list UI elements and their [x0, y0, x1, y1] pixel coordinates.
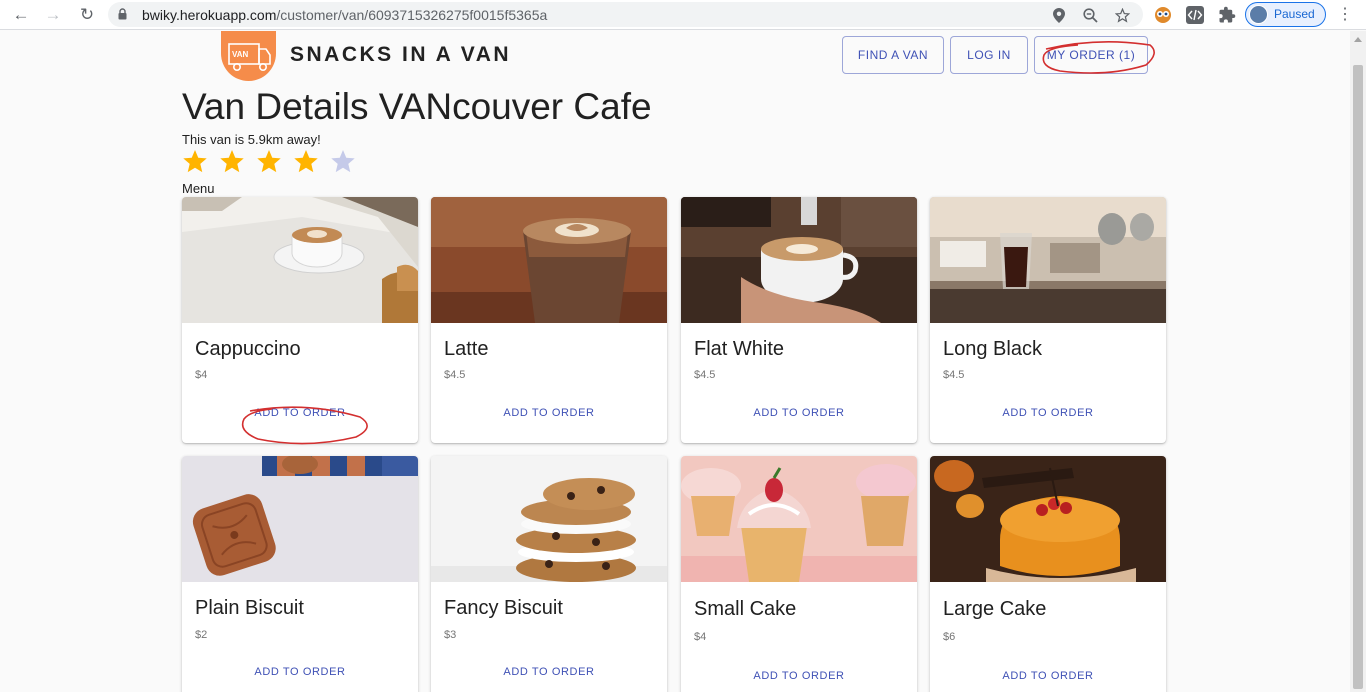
- url-host: bwiky.herokuapp.com: [142, 7, 277, 23]
- profile-status: Paused: [1274, 7, 1315, 21]
- scrollbar-thumb[interactable]: [1353, 65, 1363, 689]
- zoom-icon[interactable]: [1082, 7, 1098, 23]
- small-cake-image: [681, 456, 917, 582]
- menu-item-name: Long Black: [943, 338, 1042, 360]
- url-path: /customer/van/6093715326275f0015f5365a: [276, 7, 548, 23]
- page-title: Van Details VANcouver Cafe: [182, 86, 652, 127]
- brand-name: SNACKS IN A VAN: [290, 43, 512, 66]
- lock-icon: [118, 8, 127, 20]
- reload-icon[interactable]: ↻: [76, 4, 98, 26]
- menu-item-name: Flat White: [694, 338, 785, 360]
- menu-item-price: $2: [195, 629, 208, 641]
- rating-stars: [182, 147, 367, 175]
- location-pin-icon[interactable]: [1051, 7, 1067, 23]
- scrollbar[interactable]: [1350, 31, 1366, 692]
- star-filled-icon: [219, 147, 256, 175]
- menu-item-name: Fancy Biscuit: [444, 597, 563, 619]
- log-in-button[interactable]: LOG IN: [950, 36, 1028, 74]
- star-filled-icon: [182, 147, 219, 175]
- bookmark-star-icon[interactable]: [1114, 7, 1130, 23]
- plain-biscuit-image: [182, 456, 418, 582]
- more-menu-icon[interactable]: ⋮: [1337, 6, 1353, 24]
- menu-label: Menu: [182, 181, 215, 196]
- star-filled-icon: [293, 147, 330, 175]
- extension-owl-icon[interactable]: [1154, 6, 1172, 24]
- menu-item-card: Latte $4.5 ADD TO ORDER: [431, 197, 667, 443]
- cappuccino-image: [182, 197, 418, 323]
- url-text: bwiky.herokuapp.com/customer/van/6093715…: [142, 7, 547, 23]
- add-to-order-button[interactable]: ADD TO ORDER: [681, 670, 917, 682]
- menu-item-price: $4.5: [943, 369, 965, 381]
- star-filled-icon: [256, 147, 293, 175]
- menu-item-card: Flat White $4.5 ADD TO ORDER: [681, 197, 917, 443]
- add-to-order-button[interactable]: ADD TO ORDER: [930, 407, 1166, 419]
- add-to-order-button[interactable]: ADD TO ORDER: [182, 666, 418, 678]
- add-to-order-button[interactable]: ADD TO ORDER: [930, 670, 1166, 682]
- menu-item-card: Small Cake $4 ADD TO ORDER: [681, 456, 917, 692]
- menu-item-price: $3: [444, 629, 457, 641]
- my-order-button[interactable]: MY ORDER (1): [1034, 36, 1148, 74]
- back-arrow-icon[interactable]: ←: [10, 4, 32, 26]
- menu-item-card: Plain Biscuit $2 ADD TO ORDER: [182, 456, 418, 692]
- forward-arrow-icon[interactable]: →: [42, 4, 64, 26]
- menu-item-card: Large Cake $6 ADD TO ORDER: [930, 456, 1166, 692]
- extension-code-icon[interactable]: [1186, 6, 1204, 24]
- menu-item-name: Cappuccino: [195, 338, 301, 360]
- menu-item-card: Cappuccino $4 ADD TO ORDER: [182, 197, 418, 443]
- logo[interactable]: VAN: [221, 31, 276, 81]
- menu-item-card: Long Black $4.5 ADD TO ORDER: [930, 197, 1166, 443]
- flat-white-image: [681, 197, 917, 323]
- menu-item-name: Plain Biscuit: [195, 597, 304, 619]
- browser-toolbar: ← → ↻ bwiky.herokuapp.com/customer/van/6…: [0, 0, 1366, 30]
- menu-item-price: $4.5: [444, 369, 466, 381]
- profile-button[interactable]: Paused: [1245, 2, 1326, 27]
- add-to-order-button[interactable]: ADD TO ORDER: [431, 666, 667, 678]
- menu-item-name: Small Cake: [694, 598, 797, 620]
- large-cake-image: [930, 456, 1166, 582]
- menu-item-price: $4: [694, 631, 707, 643]
- latte-image: [431, 197, 667, 323]
- address-bar[interactable]: bwiky.herokuapp.com/customer/van/6093715…: [108, 2, 1143, 27]
- menu-item-price: $4.5: [694, 369, 716, 381]
- menu-item-name: Large Cake: [943, 598, 1047, 620]
- add-to-order-button[interactable]: ADD TO ORDER: [681, 407, 917, 419]
- fancy-biscuit-image: [431, 456, 667, 582]
- menu-item-name: Latte: [444, 338, 489, 360]
- star-empty-icon: [330, 147, 367, 175]
- add-to-order-button[interactable]: ADD TO ORDER: [182, 407, 418, 419]
- menu-item-price: $6: [943, 631, 956, 643]
- logo-text: VAN: [232, 50, 249, 59]
- menu-item-card: Fancy Biscuit $3 ADD TO ORDER: [431, 456, 667, 692]
- distance-text: This van is 5.9km away!: [182, 132, 321, 147]
- scroll-up-arrow-icon[interactable]: [1354, 37, 1362, 42]
- menu-item-price: $4: [195, 369, 208, 381]
- long-black-image: [930, 197, 1166, 323]
- extensions-puzzle-icon[interactable]: [1218, 6, 1236, 24]
- page-content: VAN SNACKS IN A VAN FIND A VAN LOG IN MY…: [0, 31, 1350, 692]
- avatar: [1249, 5, 1268, 24]
- add-to-order-button[interactable]: ADD TO ORDER: [431, 407, 667, 419]
- find-van-button[interactable]: FIND A VAN: [842, 36, 944, 74]
